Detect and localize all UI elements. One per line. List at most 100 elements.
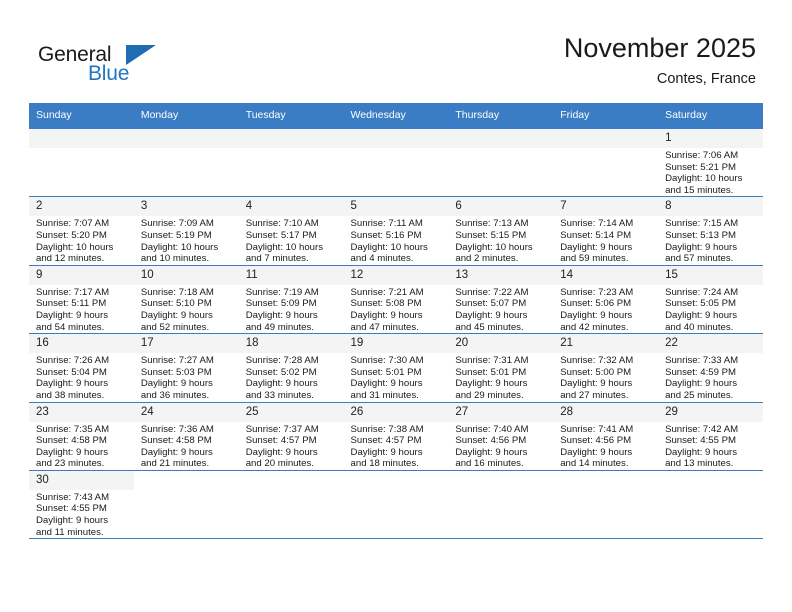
day-number: 7 [553,197,659,217]
calendar-day-cell[interactable]: 12 Sunrise: 7:21 AM Sunset: 5:08 PM Dayligh… [343,264,449,334]
daylight-text-line2: and 25 minutes. [665,389,734,401]
calendar-day-cell[interactable]: 26 Sunrise: 7:38 AM Sunset: 4:57 PM Dayligh… [343,401,449,471]
day-number: 2 [29,197,134,217]
daylight-text-line2: and 12 minutes. [36,253,105,265]
day-details: Sunrise: 7:26 AM Sunset: 5:04 PM Daylight:… [29,353,134,401]
day-number: 27 [448,402,554,422]
calendar-page: General Blue November 2025 Contes, Franc… [0,0,792,612]
day-details: Sunrise: 7:40 AM Sunset: 4:56 PM Daylight:… [448,422,553,470]
calendar-day-cell[interactable]: 19 Sunrise: 7:30 AM Sunset: 5:01 PM Dayligh… [343,333,449,402]
day-details: Sunrise: 7:17 AM Sunset: 5:11 PM Daylight:… [29,285,134,333]
day-details: Sunrise: 7:14 AM Sunset: 5:14 PM Daylight:… [553,216,658,264]
sunrise-text: Sunrise: 7:09 AM [140,218,214,230]
daylight-text-line2: and 20 minutes. [245,458,314,470]
daylight-text-line2: and 13 minutes. [665,458,734,470]
calendar-day-cell[interactable]: 3 Sunrise: 7:09 AM Sunset: 5:19 PM Daylight… [133,196,239,266]
sunset-text: Sunset: 4:57 PM [245,435,317,447]
calendar-day-cell[interactable]: 5 Sunrise: 7:11 AM Sunset: 5:16 PM Daylight… [343,196,449,266]
sunrise-text: Sunrise: 7:33 AM [665,355,739,367]
calendar-day-cell[interactable]: 9 Sunrise: 7:17 AM Sunset: 5:11 PM Daylight… [29,264,134,334]
day-number: 1 [658,129,763,148]
day-details: Sunrise: 7:06 AM Sunset: 5:21 PM Daylight:… [658,148,763,196]
day-details: Sunrise: 7:07 AM Sunset: 5:20 PM Daylight:… [29,216,134,264]
daylight-text-line1: Daylight: 9 hours [665,241,738,253]
day-number-placeholder [29,129,134,148]
sunset-text: Sunset: 4:59 PM [665,366,736,378]
brand-logo[interactable]: General Blue [38,44,158,90]
sunset-text: Sunset: 5:03 PM [140,366,212,378]
day-number: 17 [133,334,239,354]
day-number: 11 [238,265,344,285]
triangle-logo-icon [126,45,156,65]
calendar-day-cell[interactable]: 14 Sunrise: 7:23 AM Sunset: 5:06 PM Dayligh… [553,264,659,334]
calendar-day-cell[interactable]: 8 Sunrise: 7:15 AM Sunset: 5:13 PM Daylight… [658,196,763,266]
calendar-day-cell[interactable]: 7 Sunrise: 7:14 AM Sunset: 5:14 PM Daylight… [553,196,659,266]
calendar-day-cell[interactable]: 13 Sunrise: 7:22 AM Sunset: 5:07 PM Dayligh… [448,264,554,334]
calendar-day-cell[interactable]: 20 Sunrise: 7:31 AM Sunset: 5:01 PM Dayligh… [448,333,554,402]
daylight-text-line2: and 52 minutes. [140,321,210,333]
daylight-text-line1: Daylight: 10 hours [350,241,428,253]
day-details: Sunrise: 7:15 AM Sunset: 5:13 PM Daylight:… [658,216,763,264]
calendar-day-cell[interactable]: 24 Sunrise: 7:36 AM Sunset: 4:58 PM Dayligh… [133,401,239,471]
daylight-text-line1: Daylight: 9 hours [665,309,738,321]
daylight-text-line2: and 23 minutes. [36,458,105,470]
calendar-day-cell[interactable]: 18 Sunrise: 7:28 AM Sunset: 5:02 PM Dayligh… [238,333,344,402]
day-number-placeholder [553,129,659,148]
calendar-day-cell[interactable]: 17 Sunrise: 7:27 AM Sunset: 5:03 PM Dayligh… [133,333,239,402]
calendar-day-cell[interactable]: 21 Sunrise: 7:32 AM Sunset: 5:00 PM Dayligh… [553,333,659,402]
page-header: General Blue November 2025 Contes, Franc… [0,0,792,103]
sunrise-text: Sunrise: 7:10 AM [245,218,319,230]
day-details: Sunrise: 7:21 AM Sunset: 5:08 PM Daylight:… [344,285,449,333]
calendar-day-cell-empty [448,127,554,197]
daylight-text-line1: Daylight: 10 hours [455,241,533,253]
sunrise-text: Sunrise: 7:13 AM [455,218,529,230]
sunrise-text: Sunrise: 7:41 AM [560,423,634,435]
calendar-day-cell[interactable]: 2 Sunrise: 7:07 AM Sunset: 5:20 PM Daylight… [29,196,134,266]
calendar-day-cell[interactable]: 11 Sunrise: 7:19 AM Sunset: 5:09 PM Dayligh… [238,264,344,334]
calendar-day-cell[interactable]: 4 Sunrise: 7:10 AM Sunset: 5:17 PM Daylight… [238,196,344,266]
calendar-day-cell[interactable]: 15 Sunrise: 7:24 AM Sunset: 5:05 PM Dayligh… [658,264,763,334]
day-number: 16 [29,334,134,354]
calendar-day-cell[interactable]: 28 Sunrise: 7:41 AM Sunset: 4:56 PM Dayligh… [553,401,659,471]
daylight-text-line2: and 38 minutes. [36,389,105,401]
day-details: Sunrise: 7:37 AM Sunset: 4:57 PM Daylight:… [239,422,344,470]
daylight-text-line2: and 15 minutes. [665,184,734,196]
calendar-day-cell[interactable]: 22 Sunrise: 7:33 AM Sunset: 4:59 PM Dayligh… [658,333,763,402]
sunset-text: Sunset: 5:19 PM [140,229,212,241]
calendar-day-cell[interactable]: 6 Sunrise: 7:13 AM Sunset: 5:15 PM Daylight… [448,196,554,266]
day-number: 29 [658,402,763,422]
calendar-day-cell[interactable]: 25 Sunrise: 7:37 AM Sunset: 4:57 PM Dayligh… [238,401,344,471]
sunset-text: Sunset: 5:10 PM [140,298,212,310]
day-details: Sunrise: 7:19 AM Sunset: 5:09 PM Daylight:… [239,285,344,333]
day-details: Sunrise: 7:43 AM Sunset: 4:55 PM Daylight:… [29,490,134,538]
daylight-text-line2: and 31 minutes. [350,389,419,401]
daylight-text-line2: and 42 minutes. [560,321,629,333]
calendar-day-cell[interactable]: 27 Sunrise: 7:40 AM Sunset: 4:56 PM Dayligh… [448,401,554,471]
calendar-week-row: 2 Sunrise: 7:07 AM Sunset: 5:20 PM Daylight… [29,196,763,266]
sunset-text: Sunset: 5:00 PM [560,366,632,378]
day-details: Sunrise: 7:18 AM Sunset: 5:10 PM Daylight:… [134,285,239,333]
day-number: 18 [238,334,344,354]
daylight-text-line1: Daylight: 9 hours [245,378,318,390]
calendar-day-cell[interactable]: 23 Sunrise: 7:35 AM Sunset: 4:58 PM Dayligh… [29,401,134,471]
sunset-text: Sunset: 5:15 PM [455,229,527,241]
calendar-day-cell[interactable]: 29 Sunrise: 7:42 AM Sunset: 4:55 PM Dayligh… [658,401,763,471]
sunset-text: Sunset: 4:58 PM [140,435,212,447]
calendar-day-cell[interactable]: 1 Sunrise: 7:06 AM Sunset: 5:21 PM Daylight… [658,127,763,197]
sunrise-text: Sunrise: 7:37 AM [245,423,319,435]
day-number: 28 [553,402,659,422]
calendar-day-cell[interactable]: 16 Sunrise: 7:26 AM Sunset: 5:04 PM Dayligh… [29,333,134,402]
day-details: Sunrise: 7:11 AM Sunset: 5:16 PM Daylight:… [344,216,449,264]
daylight-text-line2: and 36 minutes. [140,389,210,401]
calendar-day-cell-empty [658,469,763,540]
daylight-text-line2: and 49 minutes. [245,321,314,333]
calendar-day-cell[interactable]: 10 Sunrise: 7:18 AM Sunset: 5:10 PM Dayligh… [133,264,239,334]
daylight-text-line1: Daylight: 9 hours [350,378,423,390]
weekday-header-thursday: Thursday [448,103,554,129]
daylight-text-line1: Daylight: 9 hours [36,446,108,458]
daylight-text-line1: Daylight: 9 hours [36,515,108,527]
daylight-text-line1: Daylight: 9 hours [140,378,213,390]
calendar-day-cell-empty [448,469,554,540]
daylight-text-line1: Daylight: 9 hours [245,446,318,458]
calendar-day-cell[interactable]: 30 Sunrise: 7:43 AM Sunset: 4:55 PM Dayligh… [29,469,134,540]
